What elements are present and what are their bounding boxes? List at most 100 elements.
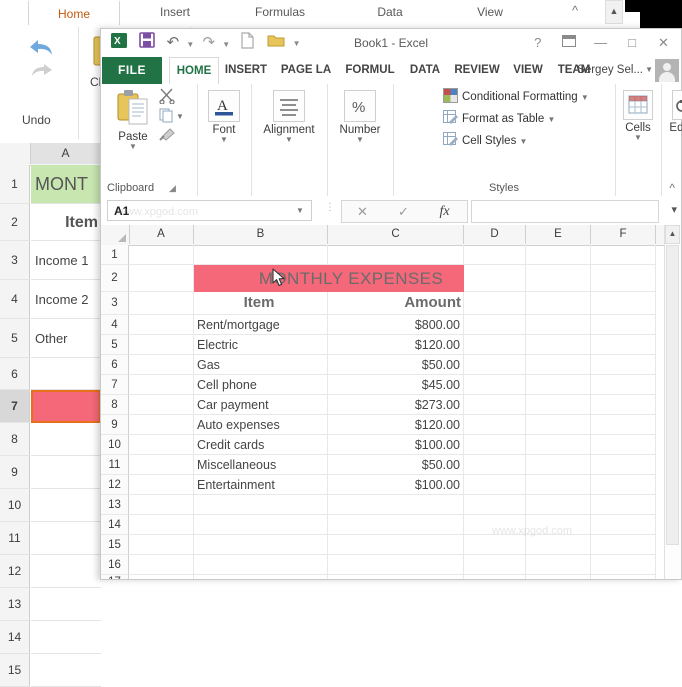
cell-e17[interactable] xyxy=(526,575,591,579)
cell-c9[interactable]: $120.00 xyxy=(328,415,464,435)
cell-f9[interactable] xyxy=(591,415,656,435)
cell-d14[interactable] xyxy=(464,515,526,535)
row-header-14[interactable]: 14 xyxy=(101,515,129,535)
copy-caret-icon[interactable]: ▼ xyxy=(176,112,184,121)
cell-d7[interactable] xyxy=(464,375,526,395)
tab-review[interactable]: REVIEW xyxy=(449,57,505,83)
cell-c11[interactable]: $50.00 xyxy=(328,455,464,475)
scroll-up-button[interactable]: ▲ xyxy=(665,225,680,244)
cell-f1[interactable] xyxy=(591,245,656,265)
tab-view[interactable]: VIEW xyxy=(507,57,549,83)
bg-row-header[interactable]: 15 xyxy=(0,654,30,687)
cell-e2[interactable] xyxy=(526,265,591,292)
cell-e7[interactable] xyxy=(526,375,591,395)
bg-cell-a15[interactable] xyxy=(31,654,101,687)
undo-dropdown-caret-icon[interactable]: ▼ xyxy=(186,32,195,58)
cell-b4[interactable]: Rent/mortgage xyxy=(194,315,328,335)
cell-c10[interactable]: $100.00 xyxy=(328,435,464,455)
save-icon[interactable] xyxy=(135,32,159,54)
row-header-4[interactable]: 4 xyxy=(101,315,129,335)
cell-b7[interactable]: Cell phone xyxy=(194,375,328,395)
cell-f6[interactable] xyxy=(591,355,656,375)
cell-e8[interactable] xyxy=(526,395,591,415)
cell-f7[interactable] xyxy=(591,375,656,395)
user-account-name[interactable]: Sergey Sel... xyxy=(577,57,643,83)
cell-d11[interactable] xyxy=(464,455,526,475)
cell-a12[interactable] xyxy=(129,475,194,495)
row-header-9[interactable]: 9 xyxy=(101,415,129,435)
cell-styles-caret-icon[interactable]: ▼ xyxy=(520,137,528,146)
confirm-edit-icon[interactable]: ✓ xyxy=(383,201,424,222)
cell-d4[interactable] xyxy=(464,315,526,335)
cell-d8[interactable] xyxy=(464,395,526,415)
cell-a5[interactable] xyxy=(129,335,194,355)
cell-d9[interactable] xyxy=(464,415,526,435)
bg-row-header[interactable]: 5 xyxy=(0,319,30,358)
cancel-edit-icon[interactable]: ✕ xyxy=(342,201,383,222)
alignment-button[interactable]: Alignment ▼ xyxy=(255,90,323,144)
cells-button[interactable]: Cells ▼ xyxy=(618,90,658,142)
cell-a11[interactable] xyxy=(129,455,194,475)
help-button[interactable]: ? xyxy=(524,31,551,55)
cell-e13[interactable] xyxy=(526,495,591,515)
bg-row-header[interactable]: 3 xyxy=(0,241,30,280)
cell-a16[interactable] xyxy=(129,555,194,575)
cell-f11[interactable] xyxy=(591,455,656,475)
bg-row-header[interactable]: 8 xyxy=(0,423,30,456)
redo-dropdown-caret-icon[interactable]: ▼ xyxy=(222,32,231,58)
cell-a13[interactable] xyxy=(129,495,194,515)
cell-b8[interactable]: Car payment xyxy=(194,395,328,415)
cell-d6[interactable] xyxy=(464,355,526,375)
row-header-10[interactable]: 10 xyxy=(101,435,129,455)
editing-caret-icon[interactable]: ▼ xyxy=(664,134,682,141)
row-header-15[interactable]: 15 xyxy=(101,535,129,555)
bg-row-header[interactable]: 9 xyxy=(0,456,30,489)
cell-a14[interactable] xyxy=(129,515,194,535)
format-as-table-button[interactable]: Format as Table ▼ xyxy=(443,110,555,125)
bg-row-header[interactable]: 10 xyxy=(0,489,30,522)
bg-row-header[interactable]: 14 xyxy=(0,621,30,654)
undo-icon[interactable]: ↶ xyxy=(164,32,182,54)
row-header-6[interactable]: 6 xyxy=(101,355,129,375)
bg-cell-a6[interactable] xyxy=(31,358,101,390)
cell-c5[interactable]: $120.00 xyxy=(328,335,464,355)
bg-row-header[interactable]: 2 xyxy=(0,204,30,241)
bg-tab-insert[interactable]: Insert xyxy=(130,0,220,24)
cell-b1[interactable] xyxy=(194,245,328,265)
bg-column-header-a[interactable]: A xyxy=(31,143,101,164)
row-header-12[interactable]: 12 xyxy=(101,475,129,495)
cell-a1[interactable] xyxy=(129,245,194,265)
bg-cell-a12[interactable] xyxy=(31,555,101,588)
bg-tab-data[interactable]: Data xyxy=(345,0,435,24)
bg-row-header[interactable]: 11 xyxy=(0,522,30,555)
redo-icon[interactable]: ↷ xyxy=(200,32,218,54)
bg-cell-a10[interactable] xyxy=(31,489,101,522)
column-header-c[interactable]: C xyxy=(328,225,464,244)
cell-d5[interactable] xyxy=(464,335,526,355)
bg-cell-a14[interactable] xyxy=(31,621,101,654)
copy-icon[interactable] xyxy=(159,108,174,123)
cell-c8[interactable]: $273.00 xyxy=(328,395,464,415)
cell-e9[interactable] xyxy=(526,415,591,435)
cell-e5[interactable] xyxy=(526,335,591,355)
cell-c1[interactable] xyxy=(328,245,464,265)
cell-b13[interactable] xyxy=(194,495,328,515)
cell-b6[interactable]: Gas xyxy=(194,355,328,375)
cell-d3[interactable] xyxy=(464,292,526,315)
close-button[interactable]: ✕ xyxy=(650,31,677,55)
select-all-button[interactable] xyxy=(101,225,130,244)
cell-d16[interactable] xyxy=(464,555,526,575)
bg-row-header[interactable]: 1 xyxy=(0,165,30,204)
cell-f4[interactable] xyxy=(591,315,656,335)
bg-cell-a9[interactable] xyxy=(31,456,101,489)
user-account-caret-icon[interactable]: ▼ xyxy=(645,57,653,83)
new-icon[interactable] xyxy=(236,32,260,54)
open-folder-icon[interactable] xyxy=(264,32,288,54)
row-header-8[interactable]: 8 xyxy=(101,395,129,415)
cell-a9[interactable] xyxy=(129,415,194,435)
bg-cell-a4[interactable]: Income 2 xyxy=(31,280,101,319)
cell-e1[interactable] xyxy=(526,245,591,265)
cell-e6[interactable] xyxy=(526,355,591,375)
cell-f17[interactable] xyxy=(591,575,656,579)
cell-f5[interactable] xyxy=(591,335,656,355)
